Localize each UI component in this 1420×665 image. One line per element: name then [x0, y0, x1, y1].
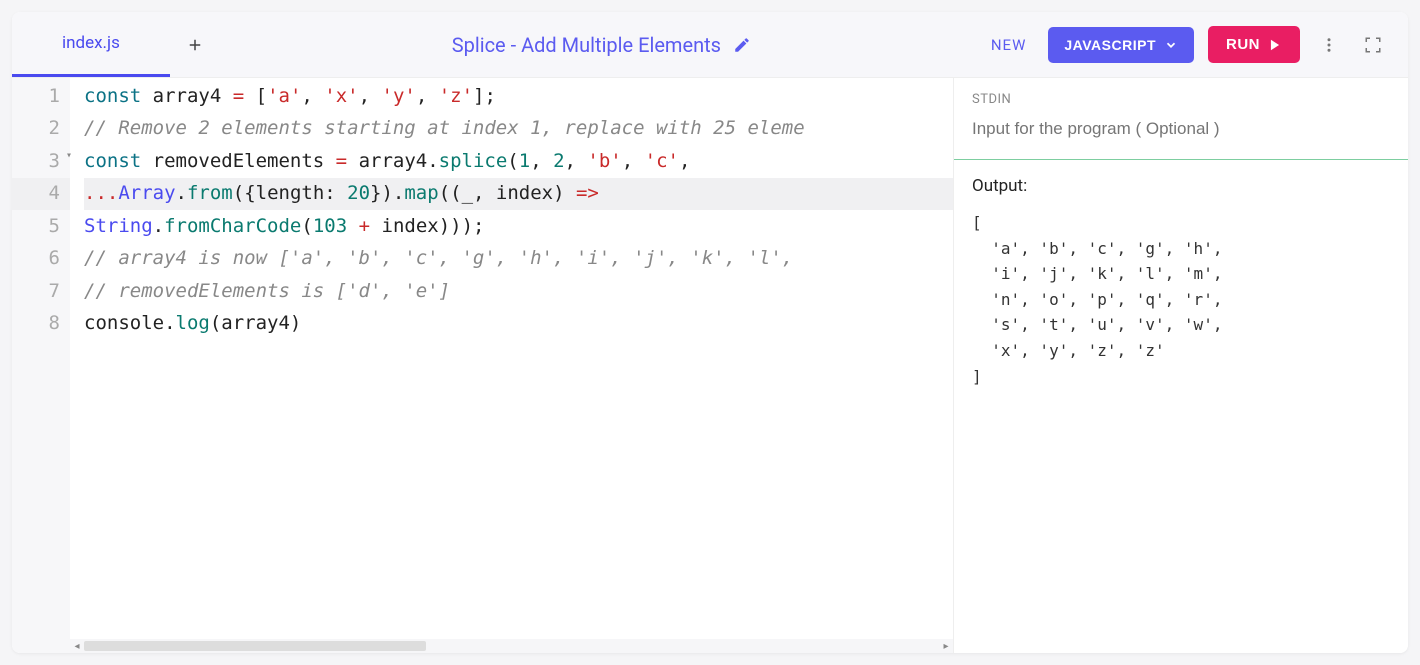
fullscreen-button[interactable] [1358, 30, 1388, 60]
line-number: 6 [12, 243, 70, 276]
scroll-left-arrow[interactable]: ◂ [70, 641, 84, 652]
line-number: 7 [12, 275, 70, 308]
scroll-track[interactable] [84, 640, 939, 652]
play-icon [1268, 38, 1282, 52]
scroll-right-arrow[interactable]: ▸ [939, 641, 953, 652]
more-menu-button[interactable] [1314, 30, 1344, 60]
run-button[interactable]: RUN [1208, 26, 1300, 63]
stdin-section: STDIN [954, 78, 1408, 159]
fullscreen-icon [1364, 36, 1382, 54]
line-number: 1 [12, 80, 70, 113]
page-title: Splice - Add Multiple Elements [452, 33, 721, 57]
output-section: Output: [ 'a', 'b', 'c', 'g', 'h', 'i', … [954, 160, 1408, 653]
scroll-thumb[interactable] [84, 641, 426, 651]
run-label: RUN [1226, 36, 1260, 53]
stdin-label: STDIN [972, 92, 1390, 107]
io-divider [954, 159, 1408, 160]
edit-title-button[interactable] [733, 36, 751, 54]
language-label: JAVASCRIPT [1064, 37, 1156, 53]
horizontal-scrollbar[interactable]: ◂ ▸ [70, 639, 953, 653]
line-number: 8 [12, 308, 70, 341]
code-line[interactable]: // removedElements is ['d', 'e'] [84, 275, 953, 308]
chevron-down-icon [1164, 38, 1178, 52]
tab-label: index.js [62, 33, 120, 53]
line-number: 4 [12, 178, 70, 211]
language-select-button[interactable]: JAVASCRIPT [1048, 27, 1194, 63]
pencil-icon [733, 36, 751, 54]
app-container: index.js Splice - Add Multiple Elements … [12, 12, 1408, 653]
line-number: 3 [12, 145, 70, 178]
code-editor[interactable]: const array4 = ['a', 'x', 'y', 'z'];// R… [70, 78, 953, 653]
code-line[interactable]: const array4 = ['a', 'x', 'y', 'z']; [84, 80, 953, 113]
code-line[interactable]: ...Array.from({length: 20}).map((_, inde… [84, 178, 953, 211]
main-area: 12345678 const array4 = ['a', 'x', 'y', … [12, 78, 1408, 653]
code-line[interactable]: // Remove 2 elements starting at index 1… [84, 113, 953, 146]
title-area: Splice - Add Multiple Elements [220, 12, 983, 77]
editor-pane[interactable]: 12345678 const array4 = ['a', 'x', 'y', … [12, 78, 953, 653]
tab-index-js[interactable]: index.js [12, 12, 170, 77]
code-line[interactable]: const removedElements = array4.splice(1,… [84, 145, 953, 178]
top-bar: index.js Splice - Add Multiple Elements … [12, 12, 1408, 78]
plus-icon [186, 36, 204, 54]
stdin-input[interactable] [972, 119, 1390, 139]
code-line[interactable]: // array4 is now ['a', 'b', 'c', 'g', 'h… [84, 243, 953, 276]
io-pane: STDIN Output: [ 'a', 'b', 'c', 'g', 'h',… [953, 78, 1408, 653]
new-button[interactable]: NEW [983, 36, 1035, 54]
line-number: 5 [12, 210, 70, 243]
line-gutter: 12345678 [12, 78, 70, 653]
tab-strip: index.js [12, 12, 220, 77]
code-line[interactable]: String.fromCharCode(103 + index))); [84, 210, 953, 243]
right-actions: NEW JAVASCRIPT RUN [983, 12, 1408, 77]
kebab-icon [1320, 36, 1338, 54]
output-text: [ 'a', 'b', 'c', 'g', 'h', 'i', 'j', 'k'… [972, 210, 1390, 389]
line-number: 2 [12, 113, 70, 146]
output-label: Output: [972, 176, 1390, 196]
add-tab-button[interactable] [170, 12, 220, 77]
code-line[interactable]: console.log(array4) [84, 308, 953, 341]
